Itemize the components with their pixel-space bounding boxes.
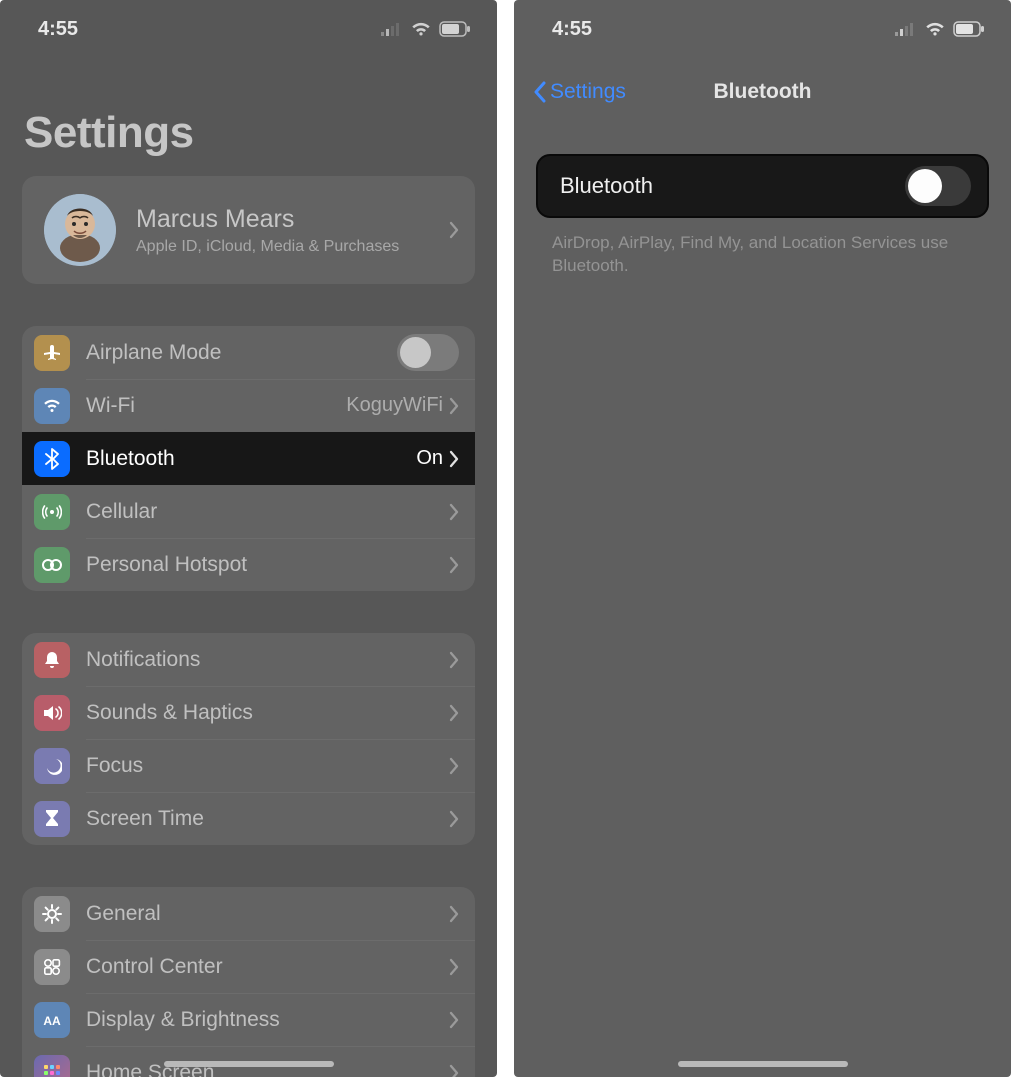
control-center-row[interactable]: Control Center (22, 940, 475, 993)
bluetooth-screen: 4:55 Settings Bluetooth Bluetooth Ai (514, 0, 1011, 1077)
home-indicator[interactable] (164, 1061, 334, 1067)
display-row[interactable]: AA Display & Brightness (22, 993, 475, 1046)
homescreen-icon (34, 1055, 70, 1078)
sounds-icon (34, 695, 70, 731)
bluetooth-value: On (416, 447, 443, 470)
wifi-label: Wi-Fi (86, 394, 346, 418)
page-title: Settings (0, 52, 497, 176)
general-label: General (86, 902, 449, 926)
chevron-right-icon (449, 704, 459, 722)
chevron-right-icon (449, 397, 459, 415)
hotspot-icon (34, 547, 70, 583)
hotspot-label: Personal Hotspot (86, 553, 449, 577)
avatar (44, 194, 116, 266)
chevron-right-icon (449, 1011, 459, 1029)
focus-row[interactable]: Focus (22, 739, 475, 792)
cellular-icon (34, 494, 70, 530)
connectivity-group: Airplane Mode Wi-Fi KoguyWiFi Bluetooth … (22, 326, 475, 591)
chevron-left-icon (532, 80, 546, 104)
sounds-row[interactable]: Sounds & Haptics (22, 686, 475, 739)
chevron-right-icon (449, 556, 459, 574)
general-icon (34, 896, 70, 932)
bluetooth-toggle[interactable] (905, 166, 971, 206)
chevron-right-icon (449, 651, 459, 669)
cellular-row[interactable]: Cellular (22, 485, 475, 538)
bluetooth-row[interactable]: Bluetooth On (22, 432, 475, 485)
bluetooth-toggle-group: Bluetooth (536, 154, 989, 218)
status-icons (381, 21, 471, 37)
wifi-icon (410, 21, 432, 37)
chevron-right-icon (449, 1064, 459, 1078)
nav-bar: Settings Bluetooth (514, 66, 1011, 118)
chevron-right-icon (449, 905, 459, 923)
profile-name: Marcus Mears (136, 205, 449, 234)
bluetooth-toggle-row[interactable]: Bluetooth (538, 156, 987, 216)
apple-id-row[interactable]: Marcus Mears Apple ID, iCloud, Media & P… (22, 176, 475, 284)
airplane-mode-toggle[interactable] (397, 334, 459, 371)
bluetooth-label: Bluetooth (86, 447, 416, 471)
notifications-row[interactable]: Notifications (22, 633, 475, 686)
status-bar: 4:55 (514, 0, 1011, 52)
chevron-right-icon (449, 221, 459, 239)
screentime-row[interactable]: Screen Time (22, 792, 475, 845)
svg-text:AA: AA (43, 1014, 61, 1028)
airplane-icon (34, 335, 70, 371)
profile-group: Marcus Mears Apple ID, iCloud, Media & P… (22, 176, 475, 284)
screentime-icon (34, 801, 70, 837)
attention-group: Notifications Sounds & Haptics Focus Scr… (22, 633, 475, 845)
screentime-label: Screen Time (86, 807, 449, 831)
status-icons (895, 21, 985, 37)
back-label: Settings (550, 80, 626, 104)
profile-text: Marcus Mears Apple ID, iCloud, Media & P… (136, 205, 449, 256)
chevron-right-icon (449, 450, 459, 468)
cellular-label: Cellular (86, 500, 449, 524)
chevron-right-icon (449, 958, 459, 976)
focus-icon (34, 748, 70, 784)
battery-icon (953, 21, 985, 37)
chevron-right-icon (449, 757, 459, 775)
bluetooth-footer-text: AirDrop, AirPlay, Find My, and Location … (514, 232, 1011, 278)
nav-title: Bluetooth (714, 80, 812, 104)
status-time: 4:55 (38, 18, 78, 41)
settings-screen: 4:55 Settings (0, 0, 497, 1077)
airplane-mode-row[interactable]: Airplane Mode (22, 326, 475, 379)
cellular-signal-icon (381, 22, 403, 36)
focus-label: Focus (86, 754, 449, 778)
sounds-label: Sounds & Haptics (86, 701, 449, 725)
home-indicator[interactable] (678, 1061, 848, 1067)
display-icon: AA (34, 1002, 70, 1038)
bluetooth-icon (34, 441, 70, 477)
wifi-row[interactable]: Wi-Fi KoguyWiFi (22, 379, 475, 432)
battery-icon (439, 21, 471, 37)
control-center-label: Control Center (86, 955, 449, 979)
back-button[interactable]: Settings (532, 80, 626, 104)
status-bar: 4:55 (0, 0, 497, 52)
bluetooth-toggle-label: Bluetooth (560, 173, 653, 199)
general-group: General Control Center AA Display & Brig… (22, 887, 475, 1077)
profile-subtitle: Apple ID, iCloud, Media & Purchases (136, 238, 449, 256)
cellular-signal-icon (895, 22, 917, 36)
hotspot-row[interactable]: Personal Hotspot (22, 538, 475, 591)
chevron-right-icon (449, 810, 459, 828)
notifications-label: Notifications (86, 648, 449, 672)
wifi-value: KoguyWiFi (346, 394, 443, 417)
wifi-icon (34, 388, 70, 424)
chevron-right-icon (449, 503, 459, 521)
notifications-icon (34, 642, 70, 678)
general-row[interactable]: General (22, 887, 475, 940)
wifi-icon (924, 21, 946, 37)
status-time: 4:55 (552, 18, 592, 41)
airplane-mode-label: Airplane Mode (86, 341, 397, 365)
display-label: Display & Brightness (86, 1008, 449, 1032)
control-center-icon (34, 949, 70, 985)
